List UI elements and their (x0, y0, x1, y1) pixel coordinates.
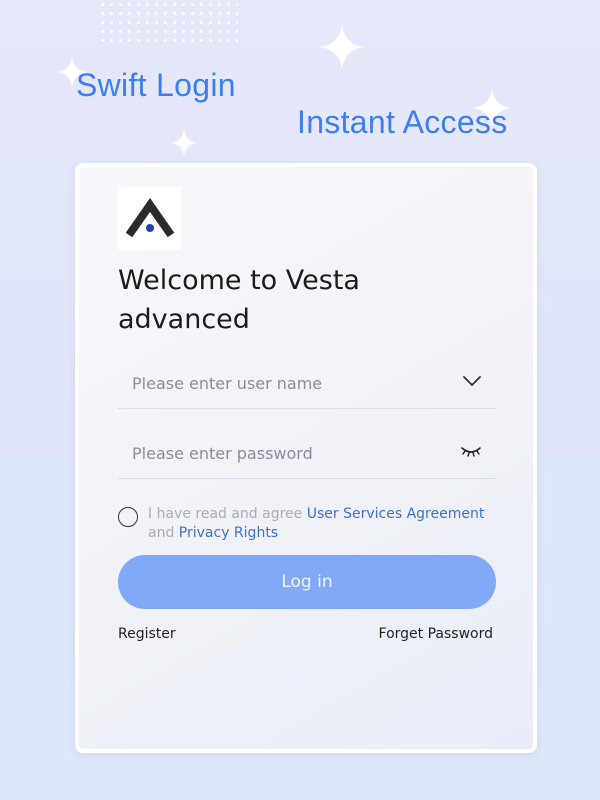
login-button[interactable]: Log in (118, 555, 496, 609)
app-logo (118, 187, 181, 250)
sparkle-icon (170, 129, 198, 157)
page-title: Welcome to Vesta advanced (118, 265, 360, 335)
register-link[interactable]: Register (118, 626, 176, 642)
headline-instant-access: Instant Access (297, 104, 508, 140)
dot-pattern-decoration (98, 0, 238, 46)
eye-closed-icon[interactable] (460, 444, 482, 458)
username-field (118, 363, 496, 409)
login-card: Welcome to Vesta advanced I have read an… (75, 163, 537, 753)
agreement-checkbox[interactable] (118, 507, 138, 527)
user-services-agreement-link[interactable]: User Services Agreement (307, 506, 485, 522)
privacy-rights-link[interactable]: Privacy Rights (179, 525, 278, 541)
headline-swift-login: Swift Login (76, 67, 236, 103)
sparkle-icon (319, 24, 365, 70)
agreement-text: I have read and agree User Services Agre… (148, 505, 498, 543)
password-input[interactable] (132, 433, 432, 473)
password-field (118, 433, 496, 479)
vesta-logo-icon (125, 197, 174, 237)
chevron-down-icon[interactable] (462, 374, 482, 388)
agreement-connector: and (148, 525, 179, 541)
username-input[interactable] (132, 363, 432, 403)
forget-password-link[interactable]: Forget Password (379, 626, 493, 642)
agreement-prefix: I have read and agree (148, 506, 307, 522)
